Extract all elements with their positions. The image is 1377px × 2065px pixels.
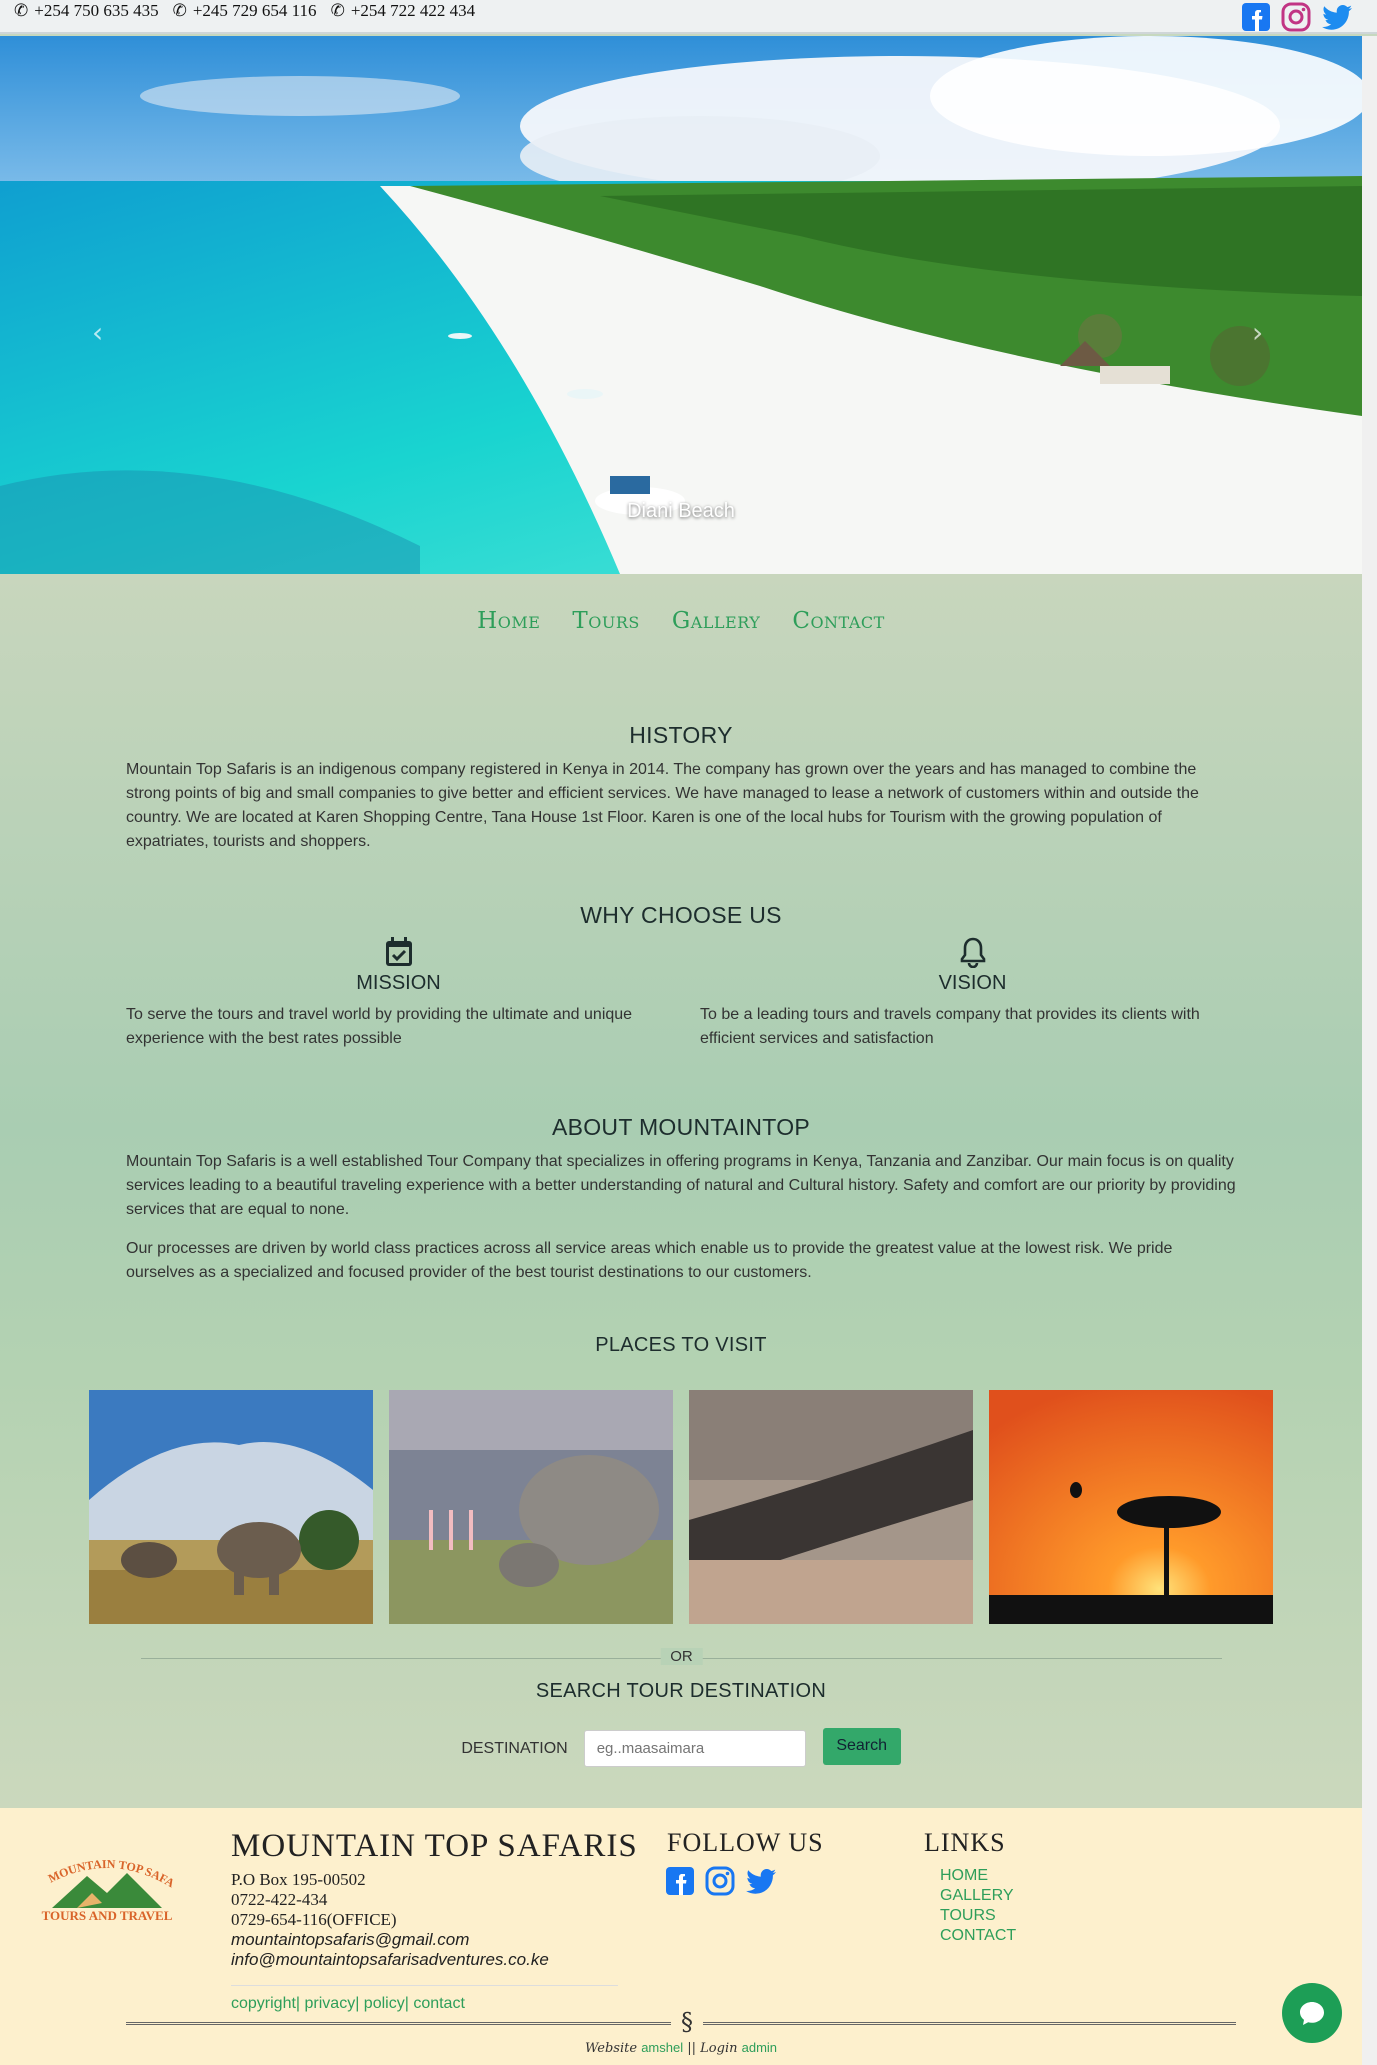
calendar-check-icon (385, 937, 412, 966)
place-card-migration[interactable] (689, 1390, 973, 1624)
phone-item[interactable]: ✆ +254 750 635 435 (14, 1, 159, 21)
footer-links: HOME GALLERY TOURS CONTACT (940, 1866, 1016, 1946)
site-footer: MOUNTAIN TOP SAFARIS TOURS AND TRAVEL MO… (0, 1808, 1362, 2065)
author-link[interactable]: amshel (641, 2040, 683, 2055)
footer-phone: 0722-422-434 (231, 1890, 328, 1909)
elephants-image (89, 1390, 373, 1624)
search-form: DESTINATION Search (0, 1727, 1362, 1767)
vision-text: To be a leading tours and travels compan… (700, 1006, 1200, 1047)
destination-label: DESTINATION (461, 1739, 568, 1757)
phone-icon: ✆ (14, 1, 29, 20)
hero-image (0, 36, 1362, 574)
footer-link-gallery[interactable]: GALLERY (940, 1886, 1016, 1906)
footer-po-box: P.O Box 195-00502 (231, 1870, 366, 1889)
about-heading: ABOUT MOUNTAINTOP (551, 1114, 811, 1140)
instagram-icon[interactable] (1281, 2, 1311, 32)
footer-divider (231, 1985, 618, 1986)
hero-carousel[interactable]: ‹ › Diani Beach (0, 36, 1362, 574)
top-bar: ✆ +254 750 635 435 ✆ +245 729 654 116 ✆ +25… (0, 0, 1377, 34)
about-text-1: Mountain Top Safaris is a well establish… (126, 1153, 1236, 1218)
phone-icon: ✆ (330, 1, 345, 20)
vision-block: VISION To be a leading tours and travels… (700, 936, 1245, 1051)
history-heading: HISTORY (629, 722, 733, 748)
section-symbol: § (671, 2008, 703, 2036)
follow-us-heading: FOLLOW US (667, 1828, 824, 1857)
footer-social-links (665, 1866, 777, 1896)
nav-gallery[interactable]: Gallery (672, 608, 760, 634)
social-links (1241, 2, 1353, 32)
phone-item[interactable]: ✆ +245 729 654 116 (173, 1, 317, 21)
chat-widget-button[interactable] (1282, 1983, 1342, 2043)
facebook-icon[interactable] (665, 1866, 695, 1896)
place-card-rhino[interactable] (389, 1390, 673, 1624)
places-heading: PLACES TO VISIT (595, 1334, 767, 1356)
page-scrollbar[interactable] (1362, 36, 1377, 2065)
admin-login-link[interactable]: admin (742, 2040, 777, 2055)
nav-home[interactable]: Home (477, 608, 540, 634)
main-nav: Home Tours Gallery Contact (0, 608, 1362, 634)
svg-text:MOUNTAIN TOP SAFARIS: MOUNTAIN TOP SAFARIS (32, 1848, 177, 1890)
phone-item[interactable]: ✆ +254 722 422 434 (331, 1, 476, 21)
place-card-sunset[interactable] (989, 1390, 1273, 1624)
carousel-next-arrow[interactable]: › (1252, 316, 1263, 349)
footer-contact-details: P.O Box 195-00502 0722-422-434 0729-654-… (231, 1870, 549, 1970)
place-card-elephants[interactable] (89, 1390, 373, 1624)
vision-title: VISION (938, 972, 1007, 994)
twitter-icon[interactable] (745, 1866, 777, 1896)
instagram-icon[interactable] (705, 1866, 735, 1896)
footer-link-tours[interactable]: TOURS (940, 1906, 1016, 1926)
footer-email-info[interactable]: info@mountaintopsafarisadventures.co.ke (231, 1950, 549, 1970)
search-button[interactable]: Search (822, 1727, 901, 1765)
sunset-image (989, 1390, 1273, 1624)
rhino-image (389, 1390, 673, 1624)
migration-image (689, 1390, 973, 1624)
carousel-prev-arrow[interactable]: ‹ (92, 316, 103, 349)
footer-policy-links[interactable]: copyright| privacy| policy| contact (231, 1995, 465, 2013)
footer-phone-office: 0729-654-116(OFFICE) (231, 1910, 397, 1929)
mission-title: MISSION (356, 972, 441, 994)
hero-caption: Diani Beach (627, 500, 735, 522)
footer-link-home[interactable]: HOME (940, 1866, 1016, 1886)
facebook-icon[interactable] (1241, 2, 1271, 32)
main-content: Home Tours Gallery Contact HISTORY Mount… (0, 574, 1362, 1808)
phone-list: ✆ +254 750 635 435 ✆ +245 729 654 116 ✆ +25… (14, 1, 479, 21)
chat-bubble-icon (1300, 2002, 1324, 2025)
mission-text: To serve the tours and travel world by p… (126, 1006, 633, 1047)
places-gallery (89, 1390, 1273, 1624)
search-heading: SEARCH TOUR DESTINATION (535, 1680, 827, 1702)
links-heading: LINKS (924, 1828, 1006, 1857)
history-text: Mountain Top Safaris is an indigenous co… (126, 761, 1199, 850)
bell-icon (960, 937, 985, 969)
footer-company-name: MOUNTAIN TOP SAFARIS (231, 1828, 638, 1864)
or-divider: OR (141, 1648, 1222, 1665)
nav-tours[interactable]: Tours (572, 608, 639, 634)
footer-link-contact[interactable]: CONTACT (940, 1926, 1016, 1946)
twitter-icon[interactable] (1321, 2, 1353, 32)
about-text-2: Our processes are driven by world class … (126, 1240, 1173, 1281)
footer-email[interactable]: mountaintopsafaris@gmail.com (231, 1930, 549, 1950)
destination-input[interactable] (583, 1730, 806, 1767)
company-logo[interactable]: MOUNTAIN TOP SAFARIS TOURS AND TRAVEL (28, 1837, 182, 1932)
svg-text:TOURS AND TRAVEL: TOURS AND TRAVEL (42, 1908, 173, 1923)
phone-icon: ✆ (172, 1, 187, 20)
mission-block: MISSION To serve the tours and travel wo… (126, 936, 671, 1051)
nav-contact[interactable]: Contact (792, 608, 884, 634)
footer-credit: Website amshel || Login admin (584, 2040, 778, 2056)
why-choose-heading: WHY CHOOSE US (580, 902, 782, 928)
